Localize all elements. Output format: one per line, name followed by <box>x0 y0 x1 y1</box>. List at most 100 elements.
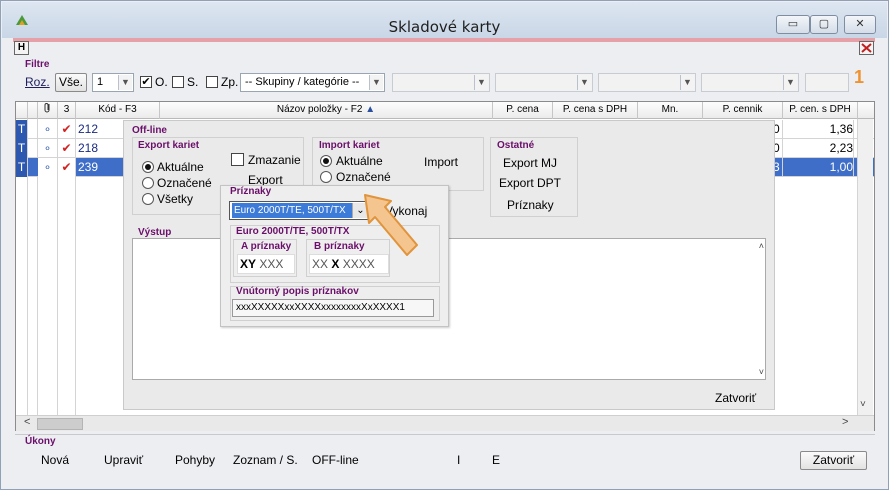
nova-button[interactable]: Nová <box>41 453 69 467</box>
import-oznacene-radio[interactable] <box>320 171 332 183</box>
chevron-down-icon: ▼ <box>474 75 488 90</box>
maximize-button[interactable]: ▢ <box>810 15 838 34</box>
row-dot: ∘ <box>38 120 58 139</box>
header-col3[interactable]: 3 <box>58 102 76 119</box>
row-flag: T <box>16 139 28 158</box>
vystup-scroll-down-icon[interactable]: ˅ <box>759 367 764 377</box>
o-label: O. <box>155 75 168 89</box>
header-pcennik[interactable]: P. cennik <box>703 102 783 119</box>
header-kod[interactable]: Kód - F3 <box>76 102 160 119</box>
row-pcen-dph: 1,00 <box>783 158 854 177</box>
count-select[interactable]: 1 ▼ <box>92 73 134 92</box>
upravit-button[interactable]: Upraviť <box>104 453 143 467</box>
vnutorny-title: Vnútorný popis príznakov <box>236 286 359 297</box>
vnutorny-field[interactable]: xxxXXXXXxxXXXXxxxxxxxxXxXXXX1 <box>232 299 434 317</box>
import-aktualne-label: Aktuálne <box>336 154 383 168</box>
a-priznaky-value: XXX <box>259 257 284 271</box>
i-button[interactable]: I <box>457 453 460 467</box>
pink-separator <box>13 38 875 42</box>
vse-button[interactable]: Vše. <box>55 73 87 92</box>
chevron-down-icon: ▼ <box>369 75 383 90</box>
import-button[interactable]: Import <box>424 155 458 169</box>
zatvorit-button[interactable]: Zatvoriť <box>800 451 867 470</box>
check-icon: ✔ <box>58 158 76 177</box>
header-nazov-label: Názov položky - F2 <box>276 104 363 115</box>
priznaky-button[interactable]: Príznaky <box>507 198 554 212</box>
header-flag[interactable] <box>16 102 28 119</box>
header-nazov[interactable]: Názov položky - F2 ▲ <box>160 102 493 119</box>
actions-bar: Úkony Nová Upraviť Pohyby Zoznam / S. OF… <box>15 432 875 482</box>
euro-group-title: Euro 2000T/TE, 500T/TX <box>236 226 350 237</box>
minimize-button[interactable]: ▭ <box>776 15 810 34</box>
filter-select-3[interactable]: ▼ <box>598 73 696 92</box>
h-button[interactable]: H <box>14 41 29 55</box>
vertical-scrollbar[interactable]: ˅ <box>857 119 873 415</box>
vystup-title: Výstup <box>138 227 172 238</box>
export-vsetky-radio[interactable] <box>142 193 154 205</box>
close-panel-icon[interactable] <box>859 41 874 55</box>
offline-title: Off-line <box>132 125 167 136</box>
import-aktualne-radio[interactable] <box>320 155 332 167</box>
row-flag: T <box>16 158 28 177</box>
import-title: Import kariet <box>319 140 380 151</box>
row-pcen-dph: 1,36 <box>783 120 854 139</box>
ostatne-title: Ostatné <box>497 140 535 151</box>
export-aktualne-radio[interactable] <box>142 161 154 173</box>
export-aktualne-label: Aktuálne <box>157 160 204 174</box>
export-oznacene-label: Označené <box>157 176 212 190</box>
zp-label: Zp. <box>221 75 239 89</box>
grid-header: 3 Kód - F3 Názov položky - F2 ▲ P. cena … <box>16 102 874 119</box>
filters-label: Filtre <box>25 59 50 70</box>
b-priznaky-prefix: XX <box>312 257 329 271</box>
pohyby-button[interactable]: Pohyby <box>175 453 215 467</box>
scroll-left-icon[interactable]: < <box>24 416 30 428</box>
count-value: 1 <box>97 76 104 88</box>
scroll-thumb[interactable] <box>37 418 83 430</box>
export-oznacene-radio[interactable] <box>142 177 154 189</box>
skupiny-value: -- Skupiny / kategórie -- <box>245 76 360 88</box>
chevron-down-icon: ▼ <box>783 75 797 90</box>
header-pcena-dph[interactable]: P. cena s DPH <box>553 102 638 119</box>
priznaky-title: Príznaky <box>230 186 272 197</box>
check-icon: ✔ <box>58 139 76 158</box>
header-mn[interactable]: Mn. <box>638 102 703 119</box>
zoznam-button[interactable]: Zoznam / S. <box>233 453 298 467</box>
skupiny-select[interactable]: -- Skupiny / kategórie -- ▼ <box>240 73 385 92</box>
zmazanie-checkbox[interactable] <box>231 153 244 166</box>
close-button[interactable]: ✕ <box>844 15 876 34</box>
import-oznacene-label: Označené <box>336 170 391 184</box>
roz-link[interactable]: Roz. <box>25 75 50 89</box>
zp-checkbox[interactable] <box>206 76 218 88</box>
offline-button[interactable]: OFF-line <box>312 453 359 467</box>
horizontal-scrollbar[interactable]: < > <box>16 415 874 431</box>
priznaky-select[interactable]: Euro 2000T/TE, 500T/TX ⌄ <box>229 201 370 220</box>
export-mj-button[interactable]: Export MJ <box>503 156 557 170</box>
pointer-arrow-icon <box>364 194 418 256</box>
filter-select-1[interactable]: ▼ <box>392 73 490 92</box>
a-priznaky-field[interactable]: XY XXX <box>237 254 295 274</box>
s-checkbox[interactable] <box>172 76 184 88</box>
o-checkbox[interactable]: ✔ <box>140 76 152 88</box>
scroll-down-icon[interactable]: ˅ <box>860 399 866 410</box>
header-blank[interactable] <box>28 102 38 119</box>
row-dot: ∘ <box>38 139 58 158</box>
header-pcen-dph[interactable]: P. cen. s DPH <box>783 102 858 119</box>
chevron-down-icon: ▼ <box>577 75 591 90</box>
row-dot: ∘ <box>38 158 58 177</box>
filter-count-badge: 1 <box>854 67 865 87</box>
paperclip-icon <box>44 103 49 113</box>
check-icon: ✔ <box>58 120 76 139</box>
header-pcena[interactable]: P. cena <box>493 102 553 119</box>
scroll-right-icon[interactable]: > <box>842 416 848 428</box>
header-attach[interactable] <box>38 102 58 119</box>
filter-select-2[interactable]: ▼ <box>495 73 593 92</box>
a-priznaky-title: A príznaky <box>241 241 292 252</box>
filter-select-4[interactable]: ▼ <box>701 73 799 92</box>
offline-zatvorit-button[interactable]: Zatvoriť <box>715 391 756 405</box>
e-button[interactable]: E <box>492 453 500 467</box>
filter-input-5[interactable] <box>805 73 849 92</box>
vystup-scroll-up-icon[interactable]: ˄ <box>759 241 764 251</box>
export-dpt-button[interactable]: Export DPT <box>499 176 561 190</box>
zmazanie-label: Zmazanie <box>248 153 301 167</box>
priznaky-selected: Euro 2000T/TE, 500T/TX <box>232 203 352 218</box>
